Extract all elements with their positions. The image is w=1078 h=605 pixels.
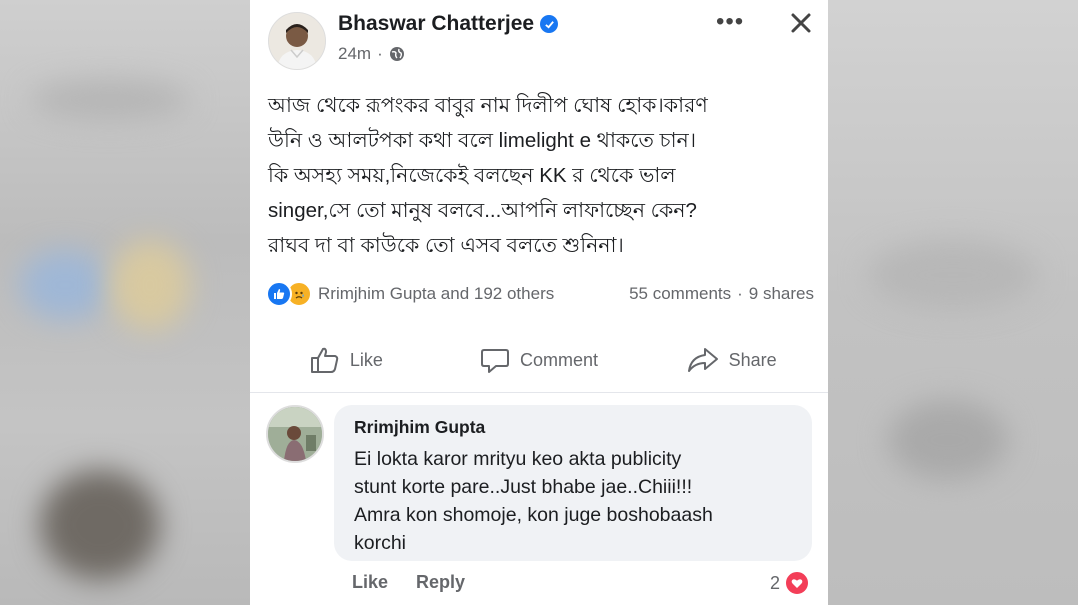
share-button[interactable]: Share: [635, 346, 828, 374]
close-icon[interactable]: [786, 8, 816, 38]
reactions-summary[interactable]: Rrimjhim Gupta and 192 others: [318, 284, 554, 304]
blur-blob: [868, 240, 1038, 310]
globe-icon: [389, 47, 404, 61]
comment-reply-button[interactable]: Reply: [416, 572, 465, 593]
shares-count[interactable]: 9 shares: [749, 284, 814, 304]
share-icon: [687, 348, 718, 372]
blur-blob: [888, 400, 1008, 480]
dot-separator: ·: [377, 44, 383, 63]
comment-text: Ei lokta karor mrityu keo akta publicity…: [354, 448, 713, 554]
background-left: [0, 0, 250, 605]
author-name-text[interactable]: Bhaswar Chatterjee: [338, 12, 534, 36]
like-label: Like: [349, 349, 383, 370]
post-text: আজ থেকে রূপংকর বাবুর নাম দিলীপ ঘোষ হোক।ক…: [268, 94, 708, 257]
comment-actions: Like Reply: [352, 572, 465, 593]
more-horizontal-icon[interactable]: •••: [716, 10, 744, 34]
post-actions: Like Comment Share: [250, 332, 828, 388]
verified-badge-icon: [540, 15, 559, 33]
comment-label: Comment: [519, 349, 599, 370]
comment-icon: [480, 349, 509, 373]
post-time[interactable]: 24m: [338, 44, 371, 64]
reactions-bar: Rrimjhim Gupta and 192 others 55 comment…: [266, 280, 814, 308]
commenter-name[interactable]: Rrimjhim Gupta: [354, 417, 485, 438]
commenter-avatar[interactable]: [266, 405, 324, 463]
blur-blob: [110, 240, 190, 330]
author-name[interactable]: Bhaswar Chatterjee: [338, 12, 559, 36]
thumbs-up-icon: [310, 347, 339, 373]
person-photo-icon: [268, 407, 322, 461]
person-portrait-icon: [269, 13, 325, 69]
facebook-post: Bhaswar Chatterjee 24m · ••• আজ থেকে রূপ…: [250, 0, 828, 605]
background-right: [828, 0, 1078, 605]
comment-bubble: Rrimjhim Gupta Ei lokta karor mrityu keo…: [334, 405, 812, 561]
like-button[interactable]: Like: [250, 346, 443, 374]
blur-blob: [30, 80, 190, 120]
heart-reaction-icon: [784, 570, 811, 596]
post-meta: 24m ·: [338, 44, 405, 64]
like-reaction-icon: [266, 281, 292, 307]
comment-reaction[interactable]: 2: [770, 570, 811, 596]
blur-blob: [20, 250, 110, 320]
reaction-icons[interactable]: [266, 281, 312, 307]
author-avatar[interactable]: [268, 12, 326, 70]
counts-separator: ·: [737, 284, 743, 303]
divider: [250, 392, 828, 393]
engagement-counts: 55 comments · 9 shares: [629, 284, 814, 304]
comment-reaction-count: 2: [770, 572, 781, 593]
comments-count[interactable]: 55 comments: [629, 284, 731, 304]
comment-like-button[interactable]: Like: [352, 572, 388, 593]
blur-blob: [40, 470, 160, 580]
comment-button[interactable]: Comment: [443, 346, 636, 374]
share-label: Share: [728, 349, 777, 370]
